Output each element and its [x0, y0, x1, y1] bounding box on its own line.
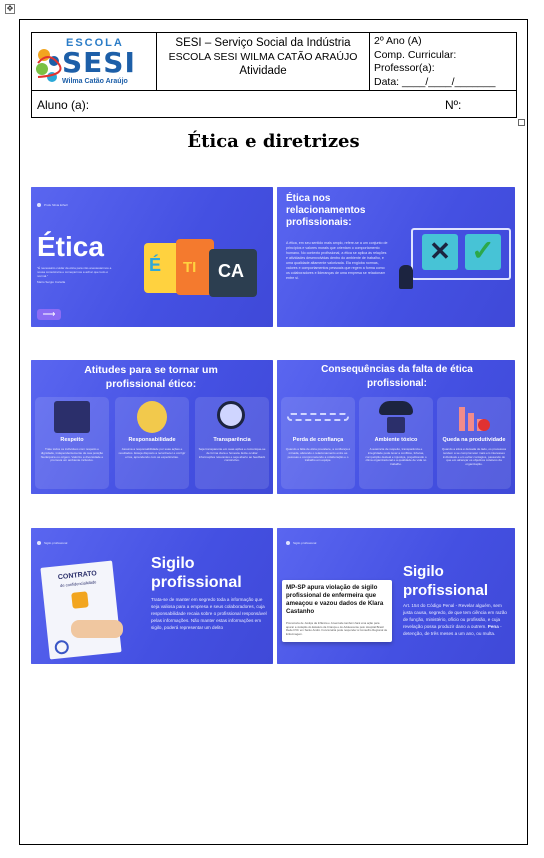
x-mark-icon: ✕ — [422, 234, 458, 270]
slide-tag: Sigilo profissional — [293, 541, 317, 545]
puzzle-letter-ti: TI — [183, 259, 197, 276]
puzzle-letter-ca: CA — [218, 261, 244, 281]
pena-label: Pena — [487, 624, 499, 629]
subject-field[interactable]: Comp. Curricular: — [374, 49, 516, 63]
slide-tag: Sigilo profissional — [44, 541, 68, 545]
slide-quote: "É necessário cuidar da ética para não a… — [37, 266, 112, 278]
school-logo: ESCOLA SESI Wilma Catão Araújo — [32, 33, 157, 91]
card-text: Seja transparente em suas ações e comuni… — [198, 447, 266, 463]
slide-atitudes: Atitudes para se tornar um profissional … — [31, 360, 273, 494]
slide-title: Atitudes para se tornar um profissional … — [84, 364, 218, 390]
news-card: MP-SP apura violação de sigilo profissio… — [282, 580, 392, 642]
handshake-icon — [71, 620, 123, 638]
card-text: Quando a ética é deixada de lado, os pro… — [441, 447, 507, 467]
slide-text: A ética, em seu sentido mais amplo, refe… — [286, 241, 388, 280]
next-arrow-icon: ⟶ — [37, 309, 61, 320]
school-name: ESCOLA SESI WILMA CATÃO ARAÚJO — [168, 51, 358, 63]
person-illustration — [399, 265, 413, 289]
class-info: 2º Ano (A) Comp. Curricular: Professor(a… — [370, 33, 516, 91]
slide-sigilo-2: Sigilo profissional MP-SP apura violação… — [277, 528, 515, 664]
contract-document: CONTRATO de confidencialidade — [40, 560, 122, 660]
card-title: Transparência — [213, 437, 251, 443]
date-field[interactable]: Data: ____/____/_______ — [374, 76, 516, 90]
card-responsabilidade: Responsabilidade Assuma a responsabilida… — [115, 397, 189, 489]
check-mark-icon: ✓ — [465, 234, 501, 270]
slide-quote-author: Mario Sergio Cortella — [37, 280, 66, 284]
slide-etica: Profe Silvia Ethell Ética "É necessário … — [31, 187, 273, 327]
worker-icon — [387, 417, 405, 433]
grade-field: 2º Ano (A) — [374, 35, 422, 47]
header-row: ESCOLA SESI Wilma Catão Araújo SESI – Se… — [32, 33, 516, 91]
magnifier-icon — [217, 401, 245, 429]
stamp-seal-icon — [54, 639, 70, 655]
handshake-icon — [54, 401, 90, 433]
card-text: Trate todos os indivíduos com respeito e… — [40, 447, 104, 463]
slide-etica-relacionamentos: Ética nos relacionamentos profissionais:… — [277, 187, 515, 327]
news-body: Promotoria de Justiça da Infância e Juve… — [286, 621, 388, 636]
lightbulb-icon — [137, 401, 167, 433]
card-perda-confianca: Perda de confiança Quando a falta de éti… — [281, 397, 355, 489]
card-text: Quando a falta de ética prevalece, a con… — [285, 447, 351, 463]
slide-title: Sigilo profissional — [151, 555, 242, 591]
student-row: Aluno (a): Nº: — [32, 91, 516, 118]
teacher-field[interactable]: Professor(a): — [374, 62, 516, 76]
broken-chain-icon — [287, 413, 349, 421]
student-name-field[interactable]: Aluno (a): — [37, 98, 89, 112]
logo-sesi-text: SESI — [62, 46, 136, 79]
slide-title: Sigilo profissional — [403, 563, 489, 599]
storm-cloud-icon — [379, 401, 413, 415]
slide-consequencias: Consequências da falta de ética profissi… — [277, 360, 515, 494]
card-text: A ausência de respeito, transparência e … — [365, 447, 427, 467]
page-border: ESCOLA SESI Wilma Catão Araújo SESI – Se… — [19, 19, 528, 845]
header-table: ESCOLA SESI Wilma Catão Araújo SESI – Se… — [31, 32, 517, 118]
table-resize-handle[interactable] — [518, 119, 525, 126]
declining-chart-icon — [459, 407, 490, 431]
card-text: Assuma a responsabilidade por suas ações… — [118, 447, 186, 459]
card-ambiente-toxico: Ambiente tóxico A ausência de respeito, … — [359, 397, 433, 489]
puzzle-letter-e: É — [149, 255, 162, 275]
slide-text: Art. 154 do Código Penal - Revelar algué… — [403, 602, 511, 637]
card-respeito: Respeito Trate todos os indivíduos com r… — [35, 397, 109, 489]
school-info: SESI – Serviço Social da Indústria ESCOL… — [157, 33, 370, 91]
table-move-handle-icon[interactable]: ✥ — [5, 4, 15, 14]
slide-sigilo-1: Sigilo profissional CONTRATO de confiden… — [31, 528, 273, 664]
card-queda-produtividade: Queda na produtividade Quando a ética é … — [437, 397, 511, 489]
logo-subtitle: Wilma Catão Araújo — [62, 78, 128, 85]
card-title: Respeito — [60, 437, 84, 443]
slide-title: Ética nos relacionamentos profissionais: — [286, 193, 366, 228]
page-title: Ética e diretrizes — [187, 131, 360, 152]
card-title: Ambiente tóxico — [374, 437, 418, 443]
card-title: Responsabilidade — [128, 437, 176, 443]
card-transparencia: Transparência Seja transparente em suas … — [195, 397, 269, 489]
slide-text: Trata-se de manter em segredo toda a inf… — [151, 597, 267, 630]
slide-title: Consequências da falta de ética profissi… — [321, 364, 473, 389]
card-title: Queda na produtividade — [442, 437, 506, 443]
slide-tag: Profe Silvia Ethell — [44, 203, 68, 207]
news-headline: MP-SP apura violação de sigilo profissio… — [286, 584, 384, 615]
org-name: SESI – Serviço Social da Indústria — [175, 37, 351, 49]
slide-title: Ética — [37, 231, 104, 262]
lock-icon — [71, 591, 89, 609]
student-number-field[interactable]: Nº: — [445, 98, 461, 112]
card-title: Perda de confiança — [292, 437, 344, 443]
document-type: Atividade — [239, 65, 287, 77]
